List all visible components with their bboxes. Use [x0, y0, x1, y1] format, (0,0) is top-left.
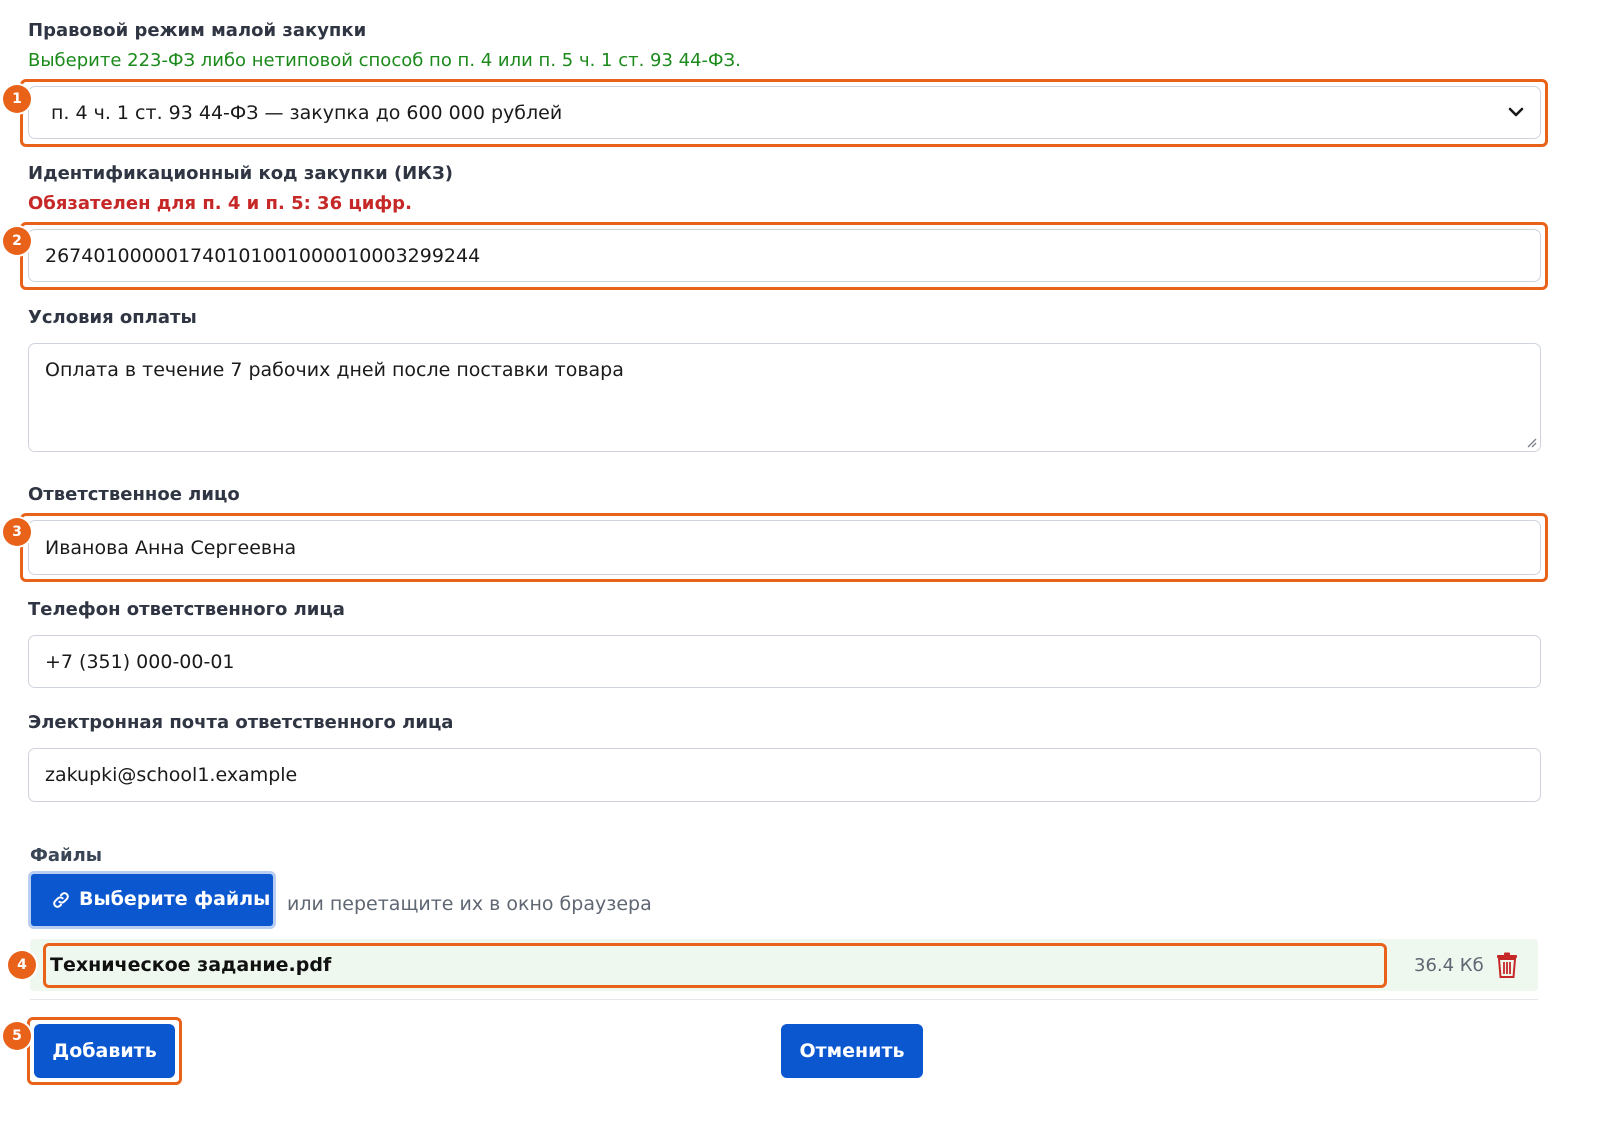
step-marker-2: 2 — [3, 227, 31, 255]
drop-hint: или перетащите их в окно браузера — [287, 893, 652, 915]
step-marker-4: 4 — [8, 951, 36, 979]
files-label: Файлы — [30, 845, 103, 866]
trash-icon[interactable] — [1496, 952, 1518, 978]
highlight-frame-5 — [27, 1017, 182, 1085]
email-input[interactable]: zakupki@school1.example — [28, 748, 1541, 802]
divider — [30, 999, 1538, 1000]
choose-files-label: Выберите файлы — [79, 888, 271, 910]
choose-files-button[interactable]: Выберите файлы — [28, 871, 276, 929]
step-marker-5: 5 — [3, 1022, 31, 1050]
phone-input[interactable]: +7 (351) 000-00-01 — [28, 635, 1541, 688]
legal-regime-label: Правовой режим малой закупки — [28, 20, 367, 41]
ikz-label: Идентификационный код закупки (ИКЗ) — [28, 163, 453, 184]
ikz-hint: Обязателен для п. 4 и п. 5: 36 цифр. — [28, 193, 412, 214]
highlight-frame-1 — [20, 79, 1548, 147]
email-label: Электронная почта ответственного лица — [28, 712, 454, 733]
highlight-frame-4 — [43, 943, 1387, 988]
resize-handle-icon[interactable] — [1525, 436, 1537, 448]
cancel-button[interactable]: Отменить — [781, 1024, 923, 1078]
file-size: 36.4 Кб — [1414, 955, 1484, 976]
link-icon — [53, 892, 69, 908]
email-value: zakupki@school1.example — [45, 764, 298, 786]
legal-regime-hint: Выберите 223-ФЗ либо нетиповой способ по… — [28, 50, 741, 71]
highlight-frame-2 — [20, 222, 1548, 290]
step-marker-1: 1 — [3, 85, 31, 113]
highlight-frame-3 — [20, 513, 1548, 582]
payment-terms-textarea[interactable]: Оплата в течение 7 рабочих дней после по… — [28, 343, 1541, 452]
step-marker-3: 3 — [3, 518, 31, 546]
responsible-person-label: Ответственное лицо — [28, 484, 240, 505]
payment-terms-value: Оплата в течение 7 рабочих дней после по… — [45, 359, 624, 381]
payment-terms-label: Условия оплаты — [28, 307, 197, 328]
phone-label: Телефон ответственного лица — [28, 599, 345, 620]
phone-value: +7 (351) 000-00-01 — [45, 650, 235, 673]
